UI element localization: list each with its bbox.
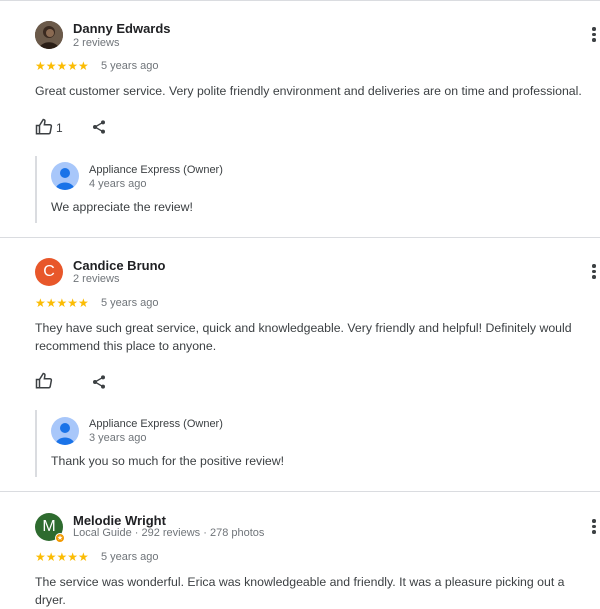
avatar-initial: M	[42, 518, 56, 535]
review-divider	[0, 491, 600, 492]
author-name[interactable]: Danny Edwards	[73, 21, 171, 36]
top-divider	[0, 0, 600, 1]
avatar[interactable]: C	[35, 258, 63, 286]
more-vert-icon[interactable]	[586, 517, 600, 537]
owner-avatar[interactable]	[51, 417, 79, 445]
reply-text: Thank you so much for the positive revie…	[51, 454, 285, 468]
author-name[interactable]: Melodie Wright	[73, 513, 166, 528]
more-vert-icon[interactable]	[586, 25, 600, 45]
author-name[interactable]: Candice Bruno	[73, 258, 165, 273]
star-rating: ★★★★★	[35, 59, 89, 73]
reply-indent-bar	[35, 156, 37, 223]
more-vert-icon[interactable]	[586, 262, 600, 282]
review-text: The service was wonderful. Erica was kno…	[35, 575, 565, 607]
owner-name: Appliance Express (Owner)	[89, 418, 223, 430]
avatar-initial: C	[43, 263, 55, 280]
reply-time: 4 years ago	[89, 178, 147, 190]
avatar[interactable]: M ★	[35, 513, 65, 543]
share-icon[interactable]	[91, 119, 107, 140]
star-rating: ★★★★★	[35, 550, 89, 564]
share-icon[interactable]	[91, 374, 107, 395]
author-meta[interactable]: 2 reviews	[73, 273, 119, 285]
author-meta[interactable]: Local Guide · 292 reviews · 278 photos	[73, 527, 264, 539]
review-time: 5 years ago	[101, 60, 159, 72]
user-icon	[55, 423, 75, 445]
review-divider	[0, 237, 600, 238]
thumbs-up-icon[interactable]	[35, 118, 53, 141]
star-rating: ★★★★★	[35, 296, 89, 310]
user-icon	[55, 168, 75, 190]
owner-avatar[interactable]	[51, 162, 79, 190]
review-text: Great customer service. Very polite frie…	[35, 84, 582, 98]
reply-indent-bar	[35, 410, 37, 477]
author-meta[interactable]: 2 reviews	[73, 37, 119, 49]
review-text: They have such great service, quick and …	[35, 321, 572, 353]
local-guide-badge-icon: ★	[55, 533, 65, 543]
review-time: 5 years ago	[101, 551, 159, 563]
review-time: 5 years ago	[101, 297, 159, 309]
avatar[interactable]	[35, 21, 63, 49]
reply-time: 3 years ago	[89, 432, 147, 444]
thumbs-up-icon[interactable]	[35, 372, 53, 395]
like-count: 1	[56, 121, 63, 135]
reply-text: We appreciate the review!	[51, 200, 193, 214]
profile-photo	[35, 21, 63, 49]
owner-name: Appliance Express (Owner)	[89, 164, 223, 176]
